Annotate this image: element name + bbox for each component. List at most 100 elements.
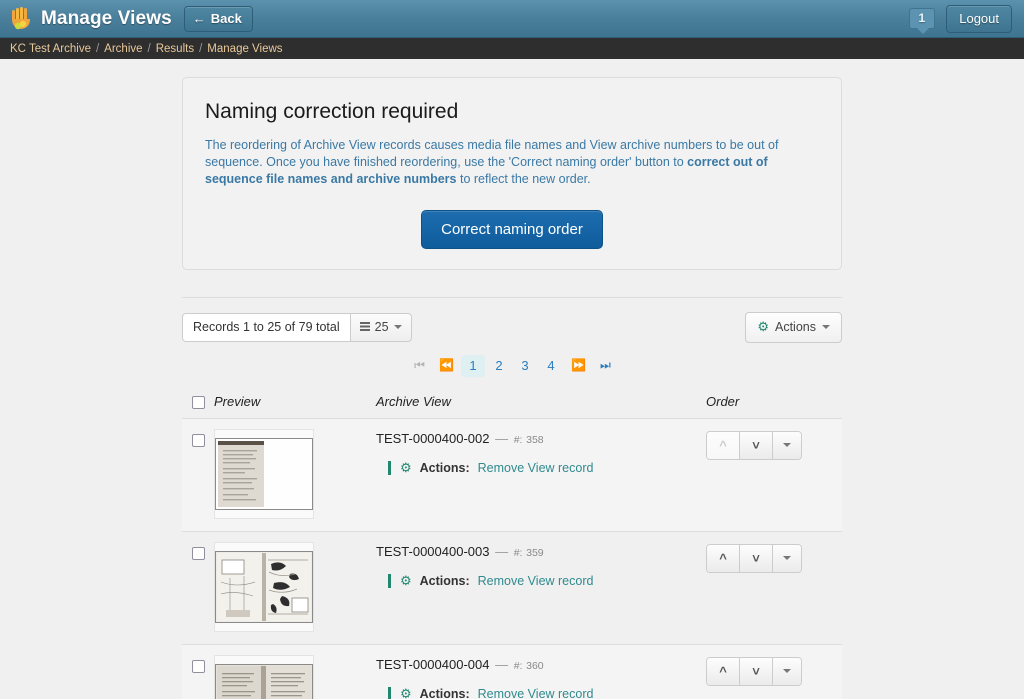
per-page-value: 25: [374, 319, 389, 334]
logout-button[interactable]: Logout: [946, 4, 1012, 33]
order-options-button[interactable]: [773, 657, 801, 685]
record-number-label: #:: [513, 546, 523, 559]
caret-down-icon: [783, 556, 791, 561]
record-number: 360: [526, 659, 544, 672]
actions-button-label: Actions: [775, 319, 816, 334]
title-dash: —: [495, 430, 509, 446]
notification-badge[interactable]: 1: [908, 8, 936, 34]
alert-body-part2: to reflect the new order.: [456, 171, 591, 186]
archive-view-title: TEST-0000400-003 — #: 359: [376, 542, 706, 560]
breadcrumb-item-2[interactable]: Results: [156, 43, 194, 55]
row-archive-view-cell: TEST-0000400-003 — #: 359 ⚙ Actions: Rem…: [376, 531, 706, 644]
record-number-label: #:: [513, 659, 523, 672]
thumbnail-frame: [214, 541, 314, 632]
archive-view-name: TEST-0000400-003: [376, 543, 490, 559]
section-divider: [182, 296, 842, 298]
views-table: Preview Archive View Order TEST-0000400-…: [182, 386, 842, 699]
records-group: Records 1 to 25 of 79 total 25: [182, 312, 412, 342]
content-container: Naming correction required The reorderin…: [182, 59, 842, 699]
breadcrumb: KC Test Archive / Archive / Results / Ma…: [0, 38, 1024, 59]
gear-icon: ⚙: [400, 460, 412, 476]
row-preview-cell: [214, 418, 376, 531]
move-up-button[interactable]: ^: [707, 657, 740, 685]
archive-view-name: TEST-0000400-002: [376, 430, 490, 446]
gear-icon: ⚙: [400, 573, 412, 589]
pagination-last[interactable]: ⏭: [593, 355, 617, 376]
thumbnail-image[interactable]: [215, 437, 313, 510]
breadcrumb-separator: /: [95, 42, 100, 55]
archive-view-title: TEST-0000400-002 — #: 358: [376, 429, 706, 447]
page-body: Naming correction required The reorderin…: [0, 59, 1024, 699]
chevron-up-icon: ^: [719, 550, 727, 566]
row-checkbox[interactable]: [192, 434, 205, 448]
row-preview-cell: [214, 644, 376, 699]
back-button-label: Back: [210, 10, 242, 26]
pagination-next[interactable]: ⏩: [565, 355, 591, 376]
remove-view-record-link[interactable]: Remove View record: [478, 574, 594, 588]
pagination-page-2[interactable]: 2: [487, 355, 511, 377]
move-down-button[interactable]: ˅: [740, 657, 773, 685]
chevron-down-icon: [822, 324, 830, 329]
pagination: ⏮ ⏪ 1 2 3 4 ⏩ ⏭: [182, 354, 842, 377]
move-down-button[interactable]: ˅: [740, 544, 773, 572]
row-order-cell: ^ ˅: [706, 418, 842, 531]
select-all-checkbox[interactable]: [192, 395, 205, 409]
remove-view-record-link[interactable]: Remove View record: [478, 461, 594, 475]
chevron-up-icon: ^: [719, 437, 727, 453]
breadcrumb-item-3: Manage Views: [207, 42, 283, 55]
breadcrumb-separator: /: [199, 42, 203, 55]
row-actions-label: Actions:: [419, 460, 470, 475]
gear-icon: ⚙: [757, 319, 769, 335]
chevron-down-icon: [393, 324, 402, 329]
move-up-button[interactable]: ^: [707, 544, 740, 572]
chevron-down-icon: ˅: [752, 550, 760, 566]
order-button-group: ^ ˅: [706, 430, 802, 460]
record-number: 359: [526, 546, 544, 559]
pagination-page-3[interactable]: 3: [513, 355, 537, 377]
pagination-page-4[interactable]: 4: [539, 355, 563, 377]
table-header-row: Preview Archive View Order: [182, 386, 842, 419]
row-archive-view-cell: TEST-0000400-002 — #: 358 ⚙ Actions: Rem…: [376, 418, 706, 531]
caret-down-icon: [783, 443, 791, 448]
row-order-cell: ^ ˅: [706, 531, 842, 644]
alert-title: Naming correction required: [205, 100, 459, 123]
actions-dropdown-button[interactable]: ⚙ Actions: [745, 311, 842, 343]
record-number-label: #:: [513, 433, 523, 446]
pagination-prev: ⏪: [439, 358, 454, 373]
caret-down-icon: [783, 669, 791, 674]
select-all-header: [182, 386, 214, 419]
list-icon: [359, 322, 370, 332]
chevron-up-icon: ^: [719, 663, 727, 679]
pagination-first: ⏮: [414, 358, 425, 373]
thumbnail-image[interactable]: [215, 663, 313, 699]
breadcrumb-item-1[interactable]: Archive: [104, 43, 142, 55]
title-dash: —: [495, 543, 509, 559]
row-checkbox[interactable]: [192, 547, 205, 561]
header-preview: Preview: [214, 386, 376, 419]
thumbnail-image[interactable]: [215, 550, 313, 623]
breadcrumb-item-0[interactable]: KC Test Archive: [10, 43, 91, 55]
row-checkbox[interactable]: [192, 660, 205, 674]
hand-logo-icon: [12, 6, 30, 29]
page-title: Manage Views: [41, 7, 172, 29]
order-button-group: ^ ˅: [706, 543, 802, 573]
thumbnail-frame: [214, 654, 314, 699]
correct-naming-order-button[interactable]: Correct naming order: [421, 209, 603, 249]
table-row: TEST-0000400-002 — #: 358 ⚙ Actions: Rem…: [182, 418, 842, 532]
order-options-button[interactable]: [773, 544, 801, 572]
back-button[interactable]: ← Back: [183, 5, 253, 32]
row-actions-label: Actions:: [419, 686, 470, 699]
move-down-button[interactable]: ˅: [740, 431, 773, 459]
pagination-page-1[interactable]: 1: [461, 354, 485, 377]
row-preview-cell: [214, 531, 376, 644]
archive-view-title: TEST-0000400-004 — #: 360: [376, 655, 706, 673]
records-toolbar: Records 1 to 25 of 79 total 25 ⚙ Actions: [182, 311, 842, 343]
thumbnail-frame: [214, 428, 314, 519]
remove-view-record-link[interactable]: Remove View record: [478, 687, 594, 699]
per-page-dropdown[interactable]: 25: [350, 312, 412, 342]
row-order-cell: ^ ˅: [706, 644, 842, 699]
order-button-group: ^ ˅: [706, 656, 802, 686]
gear-icon: ⚙: [400, 686, 412, 699]
order-options-button[interactable]: [773, 431, 801, 459]
records-count-label: Records 1 to 25 of 79 total: [182, 312, 351, 342]
